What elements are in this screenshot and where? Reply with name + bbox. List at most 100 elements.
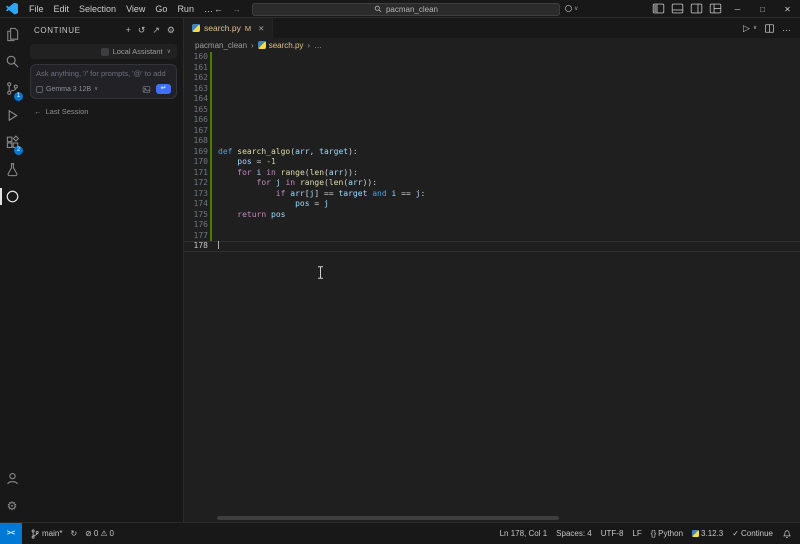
menu-item-view[interactable]: View	[121, 0, 150, 18]
code-line-173[interactable]: 173 if arr[j] == target and i == j:	[184, 189, 800, 200]
activitybar-run-debug-icon[interactable]	[0, 102, 24, 129]
assistant-selector[interactable]: Local Assistant ∨	[30, 44, 177, 59]
code-line-166[interactable]: 166	[184, 115, 800, 126]
menu-item-run[interactable]: Run	[172, 0, 199, 18]
code-line-162[interactable]: 162	[184, 73, 800, 84]
vscode-logo-icon	[6, 3, 18, 15]
menu-item-go[interactable]: Go	[150, 0, 172, 18]
account-icon[interactable]	[0, 465, 24, 492]
breadcrumb-file[interactable]: search.py	[258, 41, 304, 50]
breadcrumb-symbol[interactable]: …	[314, 41, 322, 50]
continue-status-item[interactable]: ✓ Continue	[732, 529, 773, 538]
panel-header: CONTINUE + ↺ ↗ ⚙	[24, 18, 183, 41]
activitybar-continue-icon[interactable]	[0, 183, 24, 210]
chat-input-placeholder[interactable]: Ask anything, '/' for prompts, '@' to ad…	[36, 69, 171, 79]
language-mode-item[interactable]: {} Python	[651, 529, 683, 538]
tab-search-py[interactable]: search.py M ✕	[184, 18, 273, 38]
python-file-icon	[192, 24, 200, 32]
code-line-177[interactable]: 177	[184, 231, 800, 242]
assistant-avatar-icon	[101, 48, 109, 56]
activitybar-testing-icon[interactable]	[0, 156, 24, 183]
command-center-text: pacman_clean	[386, 5, 438, 14]
line-number: 160	[184, 52, 208, 63]
remote-window-button[interactable]: ><	[0, 523, 22, 544]
model-label: Gemma 3 12B	[46, 86, 91, 93]
git-gutter-added-indicator	[210, 52, 212, 241]
code-line-176[interactable]: 176	[184, 220, 800, 231]
tab-close-icon[interactable]: ✕	[258, 24, 264, 33]
code-line-168[interactable]: 168	[184, 136, 800, 147]
code-line-167[interactable]: 167	[184, 126, 800, 137]
nav-back-icon[interactable]: ←	[214, 4, 223, 14]
line-number: 161	[184, 63, 208, 74]
activitybar-search-icon[interactable]	[0, 48, 24, 75]
close-button[interactable]: ✕	[775, 0, 800, 18]
code-line-160[interactable]: 160	[184, 52, 800, 63]
menu-item-selection[interactable]: Selection	[74, 0, 121, 18]
code-line-170[interactable]: 170 pos = -1	[184, 157, 800, 168]
python-interpreter-item[interactable]: 3.12.3	[692, 529, 723, 538]
model-icon	[36, 86, 43, 93]
git-modified-badge: M	[245, 24, 251, 33]
line-number: 165	[184, 105, 208, 116]
code-line-171[interactable]: 171 for i in range(len(arr)):	[184, 168, 800, 179]
text-caret	[218, 241, 219, 249]
branch-label: main*	[42, 529, 62, 538]
sync-changes-item[interactable]: ↻	[70, 529, 77, 538]
code-line-169[interactable]: 169def search_algo(arr, target):	[184, 147, 800, 158]
eol-item[interactable]: LF	[632, 529, 641, 538]
problems-item[interactable]: ⊘ 0 ⚠ 0	[85, 529, 114, 538]
language-label: Python	[658, 529, 683, 538]
nav-forward-icon[interactable]: →	[232, 4, 241, 14]
toggle-panel-icon[interactable]	[671, 2, 684, 15]
line-number: 173	[184, 189, 208, 200]
menu-item-file[interactable]: File	[24, 0, 49, 18]
customize-layout-icon[interactable]	[709, 2, 722, 15]
add-image-icon[interactable]	[142, 85, 151, 94]
code-line-165[interactable]: 165	[184, 105, 800, 116]
send-button[interactable]: ↵	[156, 84, 171, 94]
code-line-161[interactable]: 161	[184, 63, 800, 74]
copilot-icon[interactable]: ∨	[564, 4, 578, 13]
menu-item-edit[interactable]: Edit	[49, 0, 75, 18]
code-line-163[interactable]: 163	[184, 84, 800, 95]
maximize-button[interactable]: □	[750, 0, 775, 18]
notifications-bell-icon[interactable]	[782, 529, 792, 539]
history-navigation: ← →	[214, 4, 241, 14]
code-line-164[interactable]: 164	[184, 94, 800, 105]
run-dropdown-icon[interactable]: ∨	[753, 25, 757, 31]
last-session-link[interactable]: ← Last Session	[24, 101, 183, 122]
cursor-position-item[interactable]: Ln 178, Col 1	[500, 529, 548, 538]
minimize-button[interactable]: ─	[725, 0, 750, 18]
indentation-item[interactable]: Spaces: 4	[556, 529, 592, 538]
horizontal-scrollbar[interactable]	[217, 516, 559, 520]
model-selector[interactable]: Gemma 3 12B ∨	[36, 86, 98, 93]
code-line-174[interactable]: 174 pos = j	[184, 199, 800, 210]
settings-gear-icon[interactable]: ⚙	[0, 492, 24, 519]
new-session-icon[interactable]: +	[126, 25, 131, 36]
panel-settings-icon[interactable]: ⚙	[167, 25, 175, 36]
activitybar-extensions-icon[interactable]: 2	[0, 129, 24, 156]
history-icon[interactable]: ↺	[138, 25, 146, 36]
split-editor-icon[interactable]	[764, 23, 775, 34]
braces-icon: {}	[651, 529, 656, 538]
code-line-178[interactable]: 178	[184, 241, 800, 252]
open-in-editor-icon[interactable]: ↗	[152, 25, 160, 36]
git-branch-item[interactable]: main*	[30, 529, 62, 539]
breadcrumb-folder[interactable]: pacman_clean	[195, 41, 247, 50]
code-line-172[interactable]: 172 for j in range(len(arr)):	[184, 178, 800, 189]
chat-input-card[interactable]: Ask anything, '/' for prompts, '@' to ad…	[30, 64, 177, 99]
toggle-secondary-sidebar-icon[interactable]	[690, 2, 703, 15]
code-line-175[interactable]: 175 return pos	[184, 210, 800, 221]
line-number: 176	[184, 220, 208, 231]
code-editor[interactable]: 160161162163164165166167168169def search…	[184, 52, 800, 522]
activitybar-explorer-icon[interactable]	[0, 21, 24, 48]
run-python-file-button[interactable]: ▷	[743, 23, 750, 34]
toggle-primary-sidebar-icon[interactable]	[652, 2, 665, 15]
command-center-search[interactable]: pacman_clean	[252, 3, 560, 16]
more-actions-icon[interactable]: …	[782, 23, 791, 33]
code-text: for j in range(len(arr)):	[208, 178, 377, 189]
activitybar-source-control-icon[interactable]: 1	[0, 75, 24, 102]
encoding-item[interactable]: UTF-8	[601, 529, 624, 538]
code-text: pos = j	[208, 199, 329, 210]
